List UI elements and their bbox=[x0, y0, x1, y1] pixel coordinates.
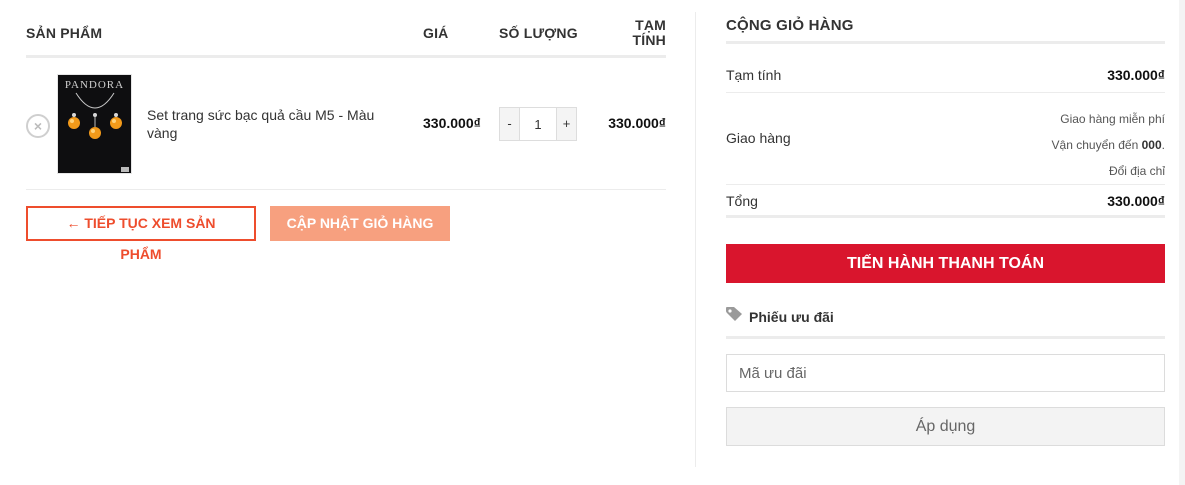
cart-table-header: SẢN PHẨM GIÁ SỐ LƯỢNG TẠM TÍNH bbox=[26, 12, 666, 58]
shipping-option: Giao hàng miễn phí bbox=[1060, 112, 1165, 126]
header-price: GIÁ bbox=[423, 25, 449, 41]
remove-item-icon[interactable]: × bbox=[26, 114, 50, 138]
header-subtotal: TẠM TÍNH bbox=[606, 18, 666, 48]
quantity-stepper: - + bbox=[499, 107, 577, 141]
shipping-row: Giao hàng Giao hàng miễn phí Vận chuyển … bbox=[726, 93, 1165, 185]
coupon-title: Phiếu ưu đãi bbox=[749, 309, 834, 325]
shipping-details: Giao hàng miễn phí Vận chuyển đến 000. Đ… bbox=[1052, 106, 1165, 184]
product-price: 330.000₫ bbox=[423, 115, 481, 131]
apply-coupon-button[interactable]: Áp dụng bbox=[726, 407, 1165, 446]
subtotal-row: Tạm tính 330.000₫ bbox=[726, 44, 1165, 93]
continue-shopping-button[interactable]: ← TIẾP TỤC XEM SẢN PHẨM bbox=[26, 206, 256, 262]
line-subtotal: 330.000₫ bbox=[608, 115, 666, 131]
quantity-decrease-button[interactable]: - bbox=[500, 108, 520, 140]
subtotal-label: Tạm tính bbox=[726, 67, 782, 83]
total-label: Tổng bbox=[726, 193, 758, 209]
cart-item-row: × PANDORA Set trang sức bạc quả cầu M5 -… bbox=[26, 58, 666, 190]
shipping-destination-prefix: Vận chuyển đến bbox=[1051, 138, 1139, 152]
page-scrollbar[interactable] bbox=[1179, 0, 1185, 485]
change-address-link[interactable]: Đổi địa chỉ bbox=[1052, 158, 1165, 184]
total-row: Tổng 330.000₫ bbox=[726, 185, 1165, 218]
shipping-label: Giao hàng bbox=[726, 130, 791, 146]
product-image-brand: PANDORA bbox=[64, 79, 125, 91]
product-thumbnail[interactable]: PANDORA bbox=[57, 74, 132, 174]
coupon-header: Phiếu ưu đãi bbox=[726, 299, 1165, 339]
shipping-destination-value: 000 bbox=[1141, 138, 1162, 152]
quantity-increase-button[interactable]: + bbox=[556, 108, 576, 140]
cart-actions: ← TIẾP TỤC XEM SẢN PHẨM CẬP NHẬT GIỎ HÀN… bbox=[26, 206, 450, 262]
update-cart-button[interactable]: CẬP NHẬT GIỎ HÀNG bbox=[270, 206, 450, 241]
quantity-input[interactable] bbox=[520, 108, 556, 140]
proceed-to-checkout-button[interactable]: TIẾN HÀNH THANH TOÁN bbox=[726, 244, 1165, 283]
header-subtotal-line1: TẠM bbox=[635, 17, 666, 33]
shipping-destination: Vận chuyển đến 000. bbox=[1052, 132, 1165, 158]
cart-table: SẢN PHẨM GIÁ SỐ LƯỢNG TẠM TÍNH × PANDORA bbox=[26, 12, 666, 262]
cart-totals-title: CỘNG GIỎ HÀNG bbox=[726, 12, 1165, 44]
cart-totals: CỘNG GIỎ HÀNG Tạm tính 330.000₫ Giao hàn… bbox=[726, 12, 1165, 446]
tag-icon bbox=[726, 307, 742, 321]
total-value: 330.000₫ bbox=[1107, 193, 1165, 209]
coupon-code-input[interactable] bbox=[726, 354, 1165, 392]
header-subtotal-line2: TÍNH bbox=[632, 32, 666, 48]
column-divider bbox=[695, 12, 696, 467]
header-quantity: SỐ LƯỢNG bbox=[499, 25, 578, 41]
product-name-link[interactable]: Set trang sức bạc quả cầu M5 - Màu vàng bbox=[147, 106, 397, 142]
header-product: SẢN PHẨM bbox=[26, 25, 103, 41]
subtotal-value: 330.000₫ bbox=[1107, 67, 1165, 83]
shipping-destination-suffix: . bbox=[1161, 138, 1165, 152]
